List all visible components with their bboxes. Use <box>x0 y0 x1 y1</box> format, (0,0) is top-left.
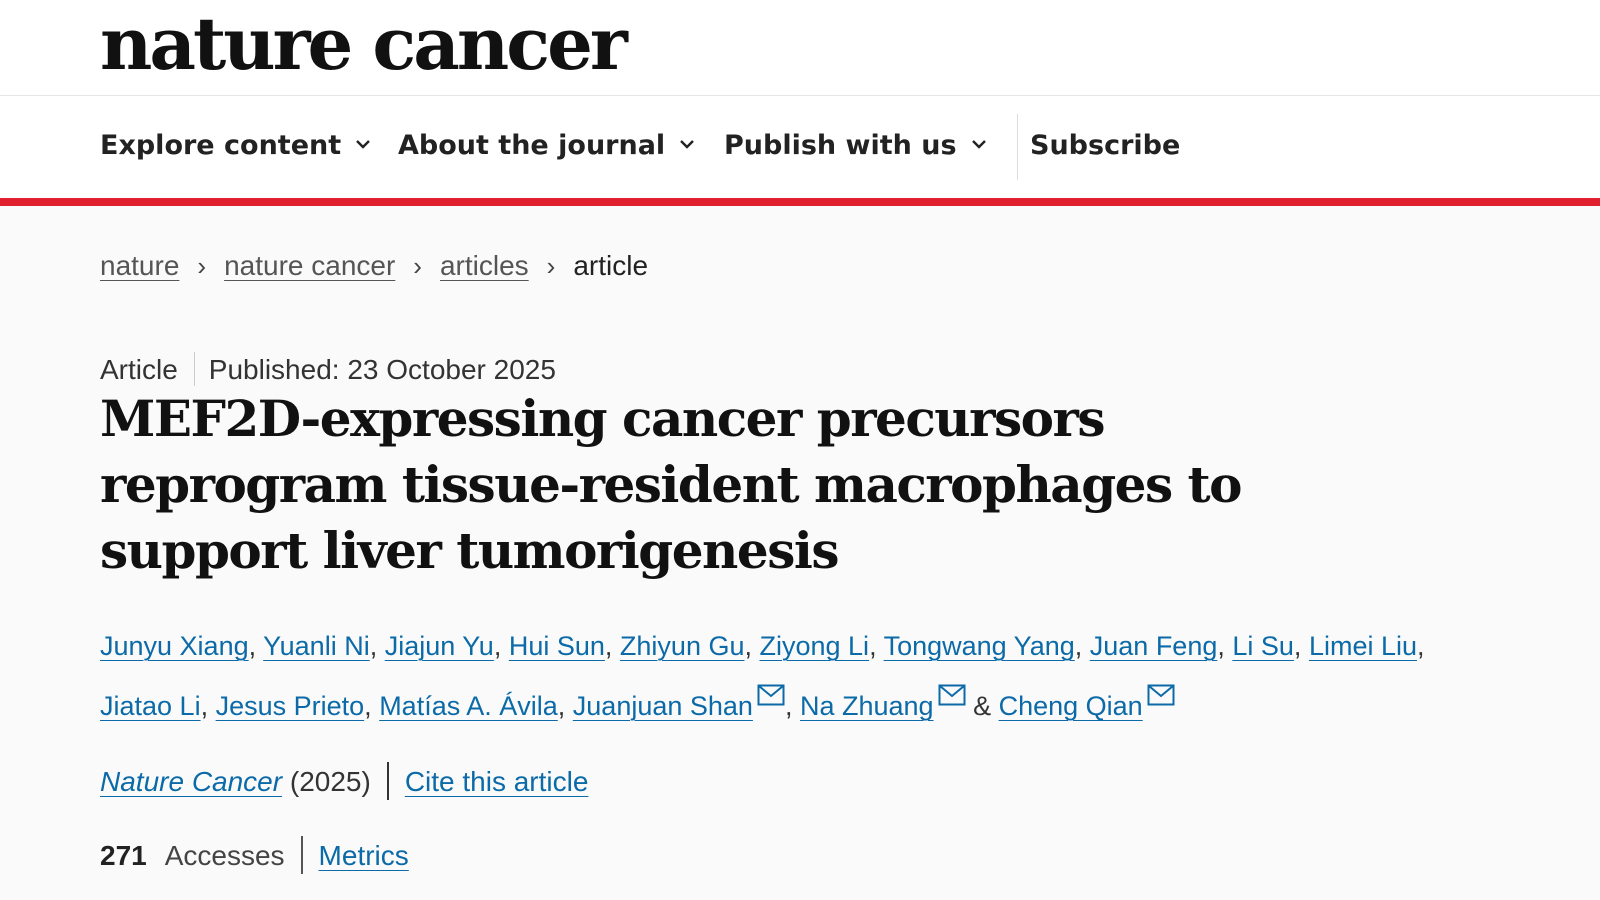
meta-divider <box>193 351 195 386</box>
main-nav: Explore content About the journal Publis… <box>0 96 1600 198</box>
breadcrumb-link-articles[interactable]: articles <box>440 250 529 281</box>
chevron-right-icon: › <box>546 251 556 281</box>
article-meta: Article Published: 23 October 2025 <box>100 350 556 390</box>
nav-divider <box>1017 114 1018 180</box>
author-link[interactable]: Juanjuan Shan <box>573 691 753 721</box>
journal-name-link[interactable]: Nature Cancer <box>100 766 282 797</box>
author-joiner: & <box>973 691 992 721</box>
author-link[interactable]: Zhiyun Gu <box>620 631 745 661</box>
nav-label: Subscribe <box>1030 130 1181 161</box>
nav-subscribe[interactable]: Subscribe <box>1030 126 1180 166</box>
author-link[interactable]: Limei Liu <box>1309 631 1417 661</box>
accent-rule <box>0 198 1600 206</box>
chevron-down-icon <box>356 139 371 149</box>
chevron-right-icon: › <box>197 251 207 281</box>
author-link[interactable]: Junyu Xiang <box>100 631 249 661</box>
journal-citation-line: Nature Cancer (2025) Cite this article <box>100 761 589 803</box>
breadcrumb-current: article <box>573 250 649 281</box>
accesses-count: 271 <box>100 840 147 871</box>
author-link[interactable]: Yuanli Ni <box>263 631 370 661</box>
metrics-link[interactable]: Metrics <box>319 840 409 871</box>
envelope-icon[interactable] <box>938 684 966 706</box>
author-list: Junyu Xiang, Yuanli Ni, Jiajun Yu, Hui S… <box>100 631 1425 721</box>
author-link[interactable]: Juan Feng <box>1090 631 1218 661</box>
published-date: Published: 23 October 2025 <box>208 354 556 385</box>
accesses-label: Accesses <box>164 840 285 871</box>
journal-logo[interactable]: nature cancer <box>100 4 628 84</box>
citation-divider <box>386 761 389 800</box>
site-header: nature cancer <box>0 0 1600 96</box>
metrics-line: 271 Accesses Metrics <box>100 835 409 877</box>
author-link[interactable]: Tongwang Yang <box>884 631 1075 661</box>
cite-this-article-link[interactable]: Cite this article <box>405 766 589 797</box>
envelope-icon[interactable] <box>757 684 785 706</box>
breadcrumb-link-nature-cancer[interactable]: nature cancer <box>224 250 395 281</box>
author-link[interactable]: Jiatao Li <box>100 691 201 721</box>
nav-about-the-journal[interactable]: About the journal <box>398 126 695 166</box>
chevron-down-icon <box>971 139 986 149</box>
breadcrumb: nature › nature cancer › articles › article <box>100 246 648 286</box>
chevron-right-icon: › <box>413 251 422 281</box>
author-link[interactable]: Cheng Qian <box>999 691 1143 721</box>
nav-explore-content[interactable]: Explore content <box>100 126 371 166</box>
chevron-down-icon <box>680 139 695 149</box>
author-link[interactable]: Matías A. Ávila <box>379 691 558 721</box>
envelope-icon[interactable] <box>1147 684 1175 706</box>
article-title: MEF2D-expressing cancer precursors repro… <box>100 389 1242 580</box>
nav-publish-with-us[interactable]: Publish with us <box>724 126 987 166</box>
metrics-divider <box>300 835 303 874</box>
author-link[interactable]: Hui Sun <box>509 631 605 661</box>
author-link[interactable]: Na Zhuang <box>800 691 934 721</box>
author-link[interactable]: Li Su <box>1232 631 1294 661</box>
author-link[interactable]: Jesus Prieto <box>216 691 365 721</box>
article-type: Article <box>100 354 178 385</box>
breadcrumb-link-nature[interactable]: nature <box>100 250 179 281</box>
nav-label: Explore content <box>100 130 342 161</box>
author-link[interactable]: Ziyong Li <box>760 631 870 661</box>
publication-year: (2025) <box>289 766 371 797</box>
author-link[interactable]: Jiajun Yu <box>385 631 494 661</box>
nav-label: About the journal <box>398 130 666 161</box>
nav-label: Publish with us <box>724 130 957 161</box>
